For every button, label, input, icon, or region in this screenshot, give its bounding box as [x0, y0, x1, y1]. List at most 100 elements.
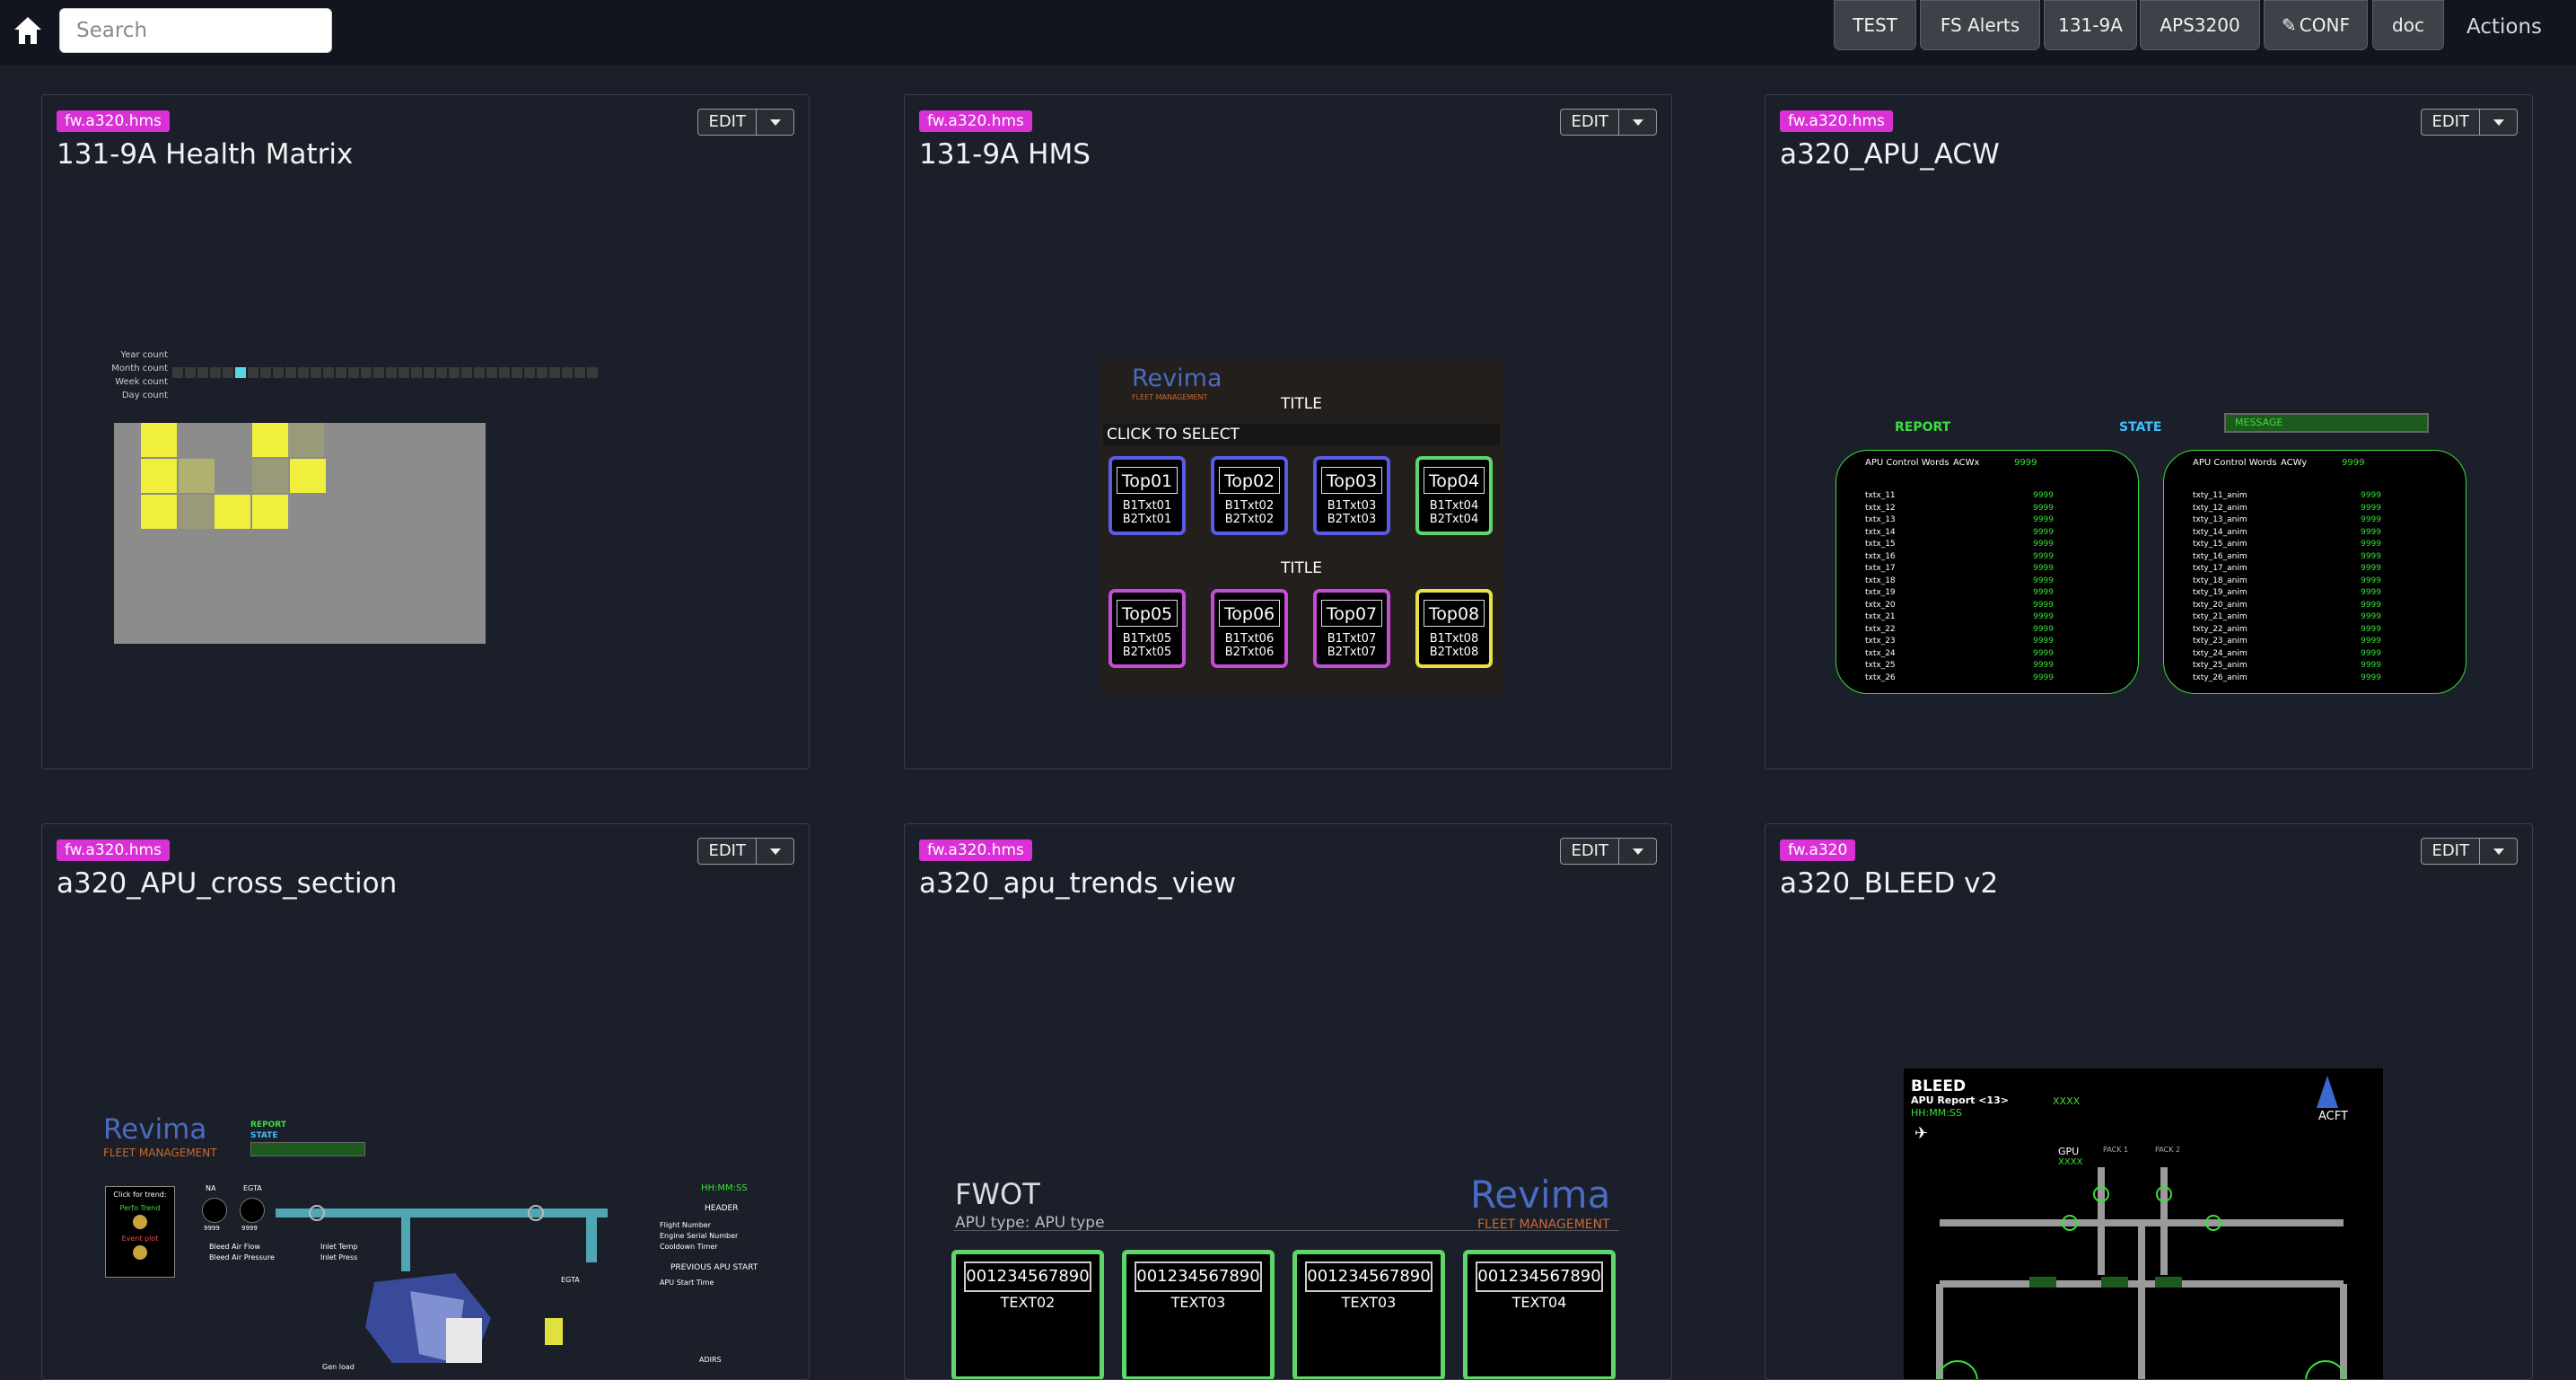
- hms-tile[interactable]: Top07 B1Txt07 B2Txt07: [1313, 589, 1390, 668]
- card-title[interactable]: a320_APU_ACW: [1780, 138, 2000, 171]
- edit-button[interactable]: EDIT: [697, 838, 757, 865]
- hms-tile-text: B1Txt02 B2Txt02: [1214, 499, 1284, 526]
- egta-gauge: [240, 1198, 265, 1223]
- acw-row-value: 9999: [2033, 588, 2054, 597]
- gpu-label: GPU: [2058, 1146, 2080, 1157]
- edit-dropdown-chevron-icon[interactable]: [757, 109, 794, 136]
- card-tag: fw.a320: [1780, 839, 1856, 861]
- card-title[interactable]: 131-9A Health Matrix: [57, 138, 353, 171]
- home-icon[interactable]: [13, 14, 43, 47]
- nav-button-test[interactable]: TEST: [1834, 0, 1916, 50]
- hms-tile[interactable]: Top02 B1Txt02 B2Txt02: [1211, 456, 1288, 535]
- count-cell: [223, 367, 233, 378]
- hms-tile-text1: B1Txt05: [1122, 632, 1172, 646]
- acw-message-box: MESSAGE: [2224, 413, 2429, 433]
- trend-box[interactable]: 001234567890 TEXT03: [1122, 1250, 1275, 1379]
- acw-row-label: txty_19_anim: [2193, 588, 2247, 597]
- acw-row: txtx_17 9999: [1865, 563, 2107, 576]
- card-title[interactable]: a320_BLEED v2: [1780, 867, 1998, 900]
- acw-row: txtx_21 9999: [1865, 611, 2107, 624]
- bleed-preview: BLEED APU Report <13> HH:MM:SS XXXX ACFT…: [1904, 1068, 2383, 1379]
- bleed-report: APU Report <13>: [1911, 1094, 2009, 1106]
- edit-group: EDIT: [2421, 109, 2518, 136]
- acw-row-value: 9999: [2033, 503, 2054, 513]
- count-cell: [311, 367, 321, 378]
- dashboard-card-apu-trends-view[interactable]: fw.a320.hms a320_apu_trends_view EDIT FW…: [904, 823, 1672, 1380]
- edit-dropdown-chevron-icon[interactable]: [757, 838, 794, 865]
- search-input[interactable]: [59, 8, 332, 53]
- trend-head: Click for trend:: [113, 1191, 167, 1199]
- edit-dropdown-chevron-icon[interactable]: [1619, 109, 1657, 136]
- trend-box[interactable]: 001234567890 TEXT02: [951, 1250, 1104, 1379]
- acw-row-label: txtx_20: [1865, 600, 1896, 610]
- nav-button-fs-alerts[interactable]: FS Alerts: [1920, 0, 2040, 50]
- count-cell: [336, 367, 346, 378]
- edit-dropdown-chevron-icon[interactable]: [1619, 838, 1657, 865]
- hms-tile[interactable]: Top08 B1Txt08 B2Txt08: [1415, 589, 1493, 668]
- card-title[interactable]: a320_apu_trends_view: [919, 867, 1236, 900]
- acw-row-value: 9999: [2361, 624, 2381, 634]
- dashboard-card-131-9a-hms[interactable]: fw.a320.hms 131-9A HMS EDIT Revima FLEET…: [904, 94, 1672, 769]
- acw-row: txty_19_anim 9999: [2193, 587, 2435, 600]
- nav-button-131-9a[interactable]: 131-9A: [2044, 0, 2137, 50]
- hms-click-to-select[interactable]: CLICK TO SELECT: [1103, 424, 1500, 445]
- count-cell: [285, 367, 296, 378]
- adirs-label: ADIRS: [699, 1356, 722, 1364]
- acw-right-header: APU Control Words: [2193, 458, 2277, 468]
- week-count-label: Week count: [115, 377, 168, 387]
- acw-row-label: txty_16_anim: [2193, 551, 2247, 561]
- edit-button[interactable]: EDIT: [2421, 109, 2480, 136]
- card-title[interactable]: a320_APU_cross_section: [57, 867, 397, 900]
- day-count-label: Day count: [121, 391, 168, 400]
- card-title[interactable]: 131-9A HMS: [919, 138, 1091, 171]
- nav-button-doc[interactable]: doc: [2372, 0, 2444, 50]
- hms-tile-text2: B2Txt02: [1224, 513, 1275, 526]
- acw-row: txtx_19 9999: [1865, 587, 2107, 600]
- trend-box-text: TEXT03: [1170, 1294, 1226, 1311]
- hms-tile-name: Top05: [1117, 600, 1178, 627]
- acw-row-value: 9999: [2361, 564, 2381, 573]
- hms-tile[interactable]: Top01 B1Txt01 B2Txt01: [1108, 456, 1186, 535]
- hms-tile[interactable]: Top03 B1Txt03 B2Txt03: [1313, 456, 1390, 535]
- hms-tile-text2: B2Txt08: [1429, 646, 1479, 659]
- acw-row: txty_22_anim 9999: [2193, 624, 2435, 637]
- hms-tile-text1: B1Txt07: [1327, 632, 1377, 646]
- acw-row-value: 9999: [2361, 503, 2381, 513]
- hms-tile-name: Top06: [1219, 600, 1280, 627]
- hms-tile[interactable]: Top05 B1Txt05 B2Txt05: [1108, 589, 1186, 668]
- nav-button-conf[interactable]: ✎ CONF: [2264, 0, 2368, 50]
- acw-row-label: txty_12_anim: [2193, 503, 2247, 513]
- trend-box-number: 001234567890: [964, 1261, 1091, 1292]
- nav-button-aps3200[interactable]: APS3200: [2140, 0, 2260, 50]
- count-cell: [298, 367, 309, 378]
- dashboard-card-apu-acw[interactable]: fw.a320.hms a320_APU_ACW EDIT REPORT STA…: [1765, 94, 2533, 769]
- acw-row-label: txty_26_anim: [2193, 672, 2247, 682]
- edit-button[interactable]: EDIT: [2421, 838, 2480, 865]
- fwot-title: FWOT: [955, 1177, 1040, 1211]
- edit-dropdown-chevron-icon[interactable]: [2480, 109, 2518, 136]
- acw-left-rows: txtx_11 9999 txtx_12 9999 txtx_13 9999 txtx_14…: [1865, 490, 2107, 684]
- edit-button[interactable]: EDIT: [1560, 838, 1619, 865]
- actions-menu[interactable]: Actions: [2466, 15, 2542, 39]
- hms-tile-text2: B2Txt01: [1122, 513, 1172, 526]
- dashboard-card-bleed-v2[interactable]: fw.a320 a320_BLEED v2 EDIT BLEED APU Rep…: [1765, 823, 2533, 1380]
- edit-dropdown-chevron-icon[interactable]: [2480, 838, 2518, 865]
- acw-row: txtx_26 9999: [1865, 672, 2107, 685]
- na-gauge: [202, 1198, 227, 1223]
- edit-button[interactable]: EDIT: [1560, 109, 1619, 136]
- acw-row: txty_16_anim 9999: [2193, 551, 2435, 564]
- acw-row-label: txty_20_anim: [2193, 600, 2247, 610]
- acw-row-label: txtx_19: [1865, 588, 1896, 597]
- hms-tile[interactable]: Top06 B1Txt06 B2Txt06: [1211, 589, 1288, 668]
- trend-box[interactable]: 001234567890 TEXT03: [1292, 1250, 1445, 1379]
- edit-button[interactable]: EDIT: [697, 109, 757, 136]
- trend-box[interactable]: 001234567890 TEXT04: [1463, 1250, 1616, 1379]
- gpu-value: XXXX: [2058, 1157, 2083, 1167]
- event-plot-button[interactable]: [133, 1245, 147, 1260]
- perfo-trend-button[interactable]: [133, 1215, 147, 1229]
- dashboard-card-apu-cross-section[interactable]: fw.a320.hms a320_APU_cross_section EDIT …: [41, 823, 810, 1380]
- cross-time: HH:MM:SS: [701, 1183, 748, 1193]
- dashboard-card-health-matrix[interactable]: fw.a320.hms 131-9A Health Matrix EDIT Ye…: [41, 94, 810, 769]
- apu-start-time-label: APU Start Time: [660, 1279, 714, 1287]
- hms-tile[interactable]: Top04 B1Txt04 B2Txt04: [1415, 456, 1493, 535]
